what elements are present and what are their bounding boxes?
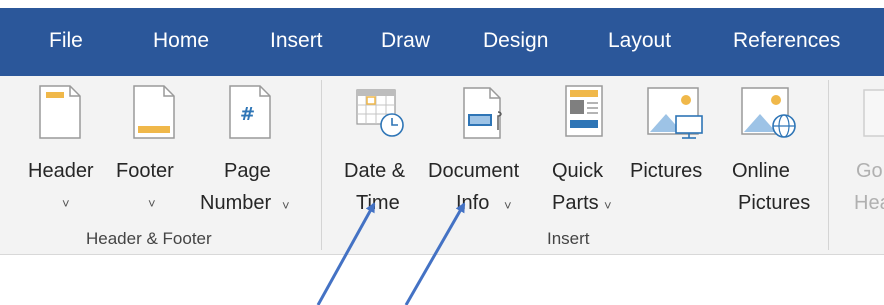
arrow-document-info — [404, 202, 466, 305]
arrow-date-time — [316, 202, 376, 305]
annotation-arrows — [316, 202, 466, 305]
